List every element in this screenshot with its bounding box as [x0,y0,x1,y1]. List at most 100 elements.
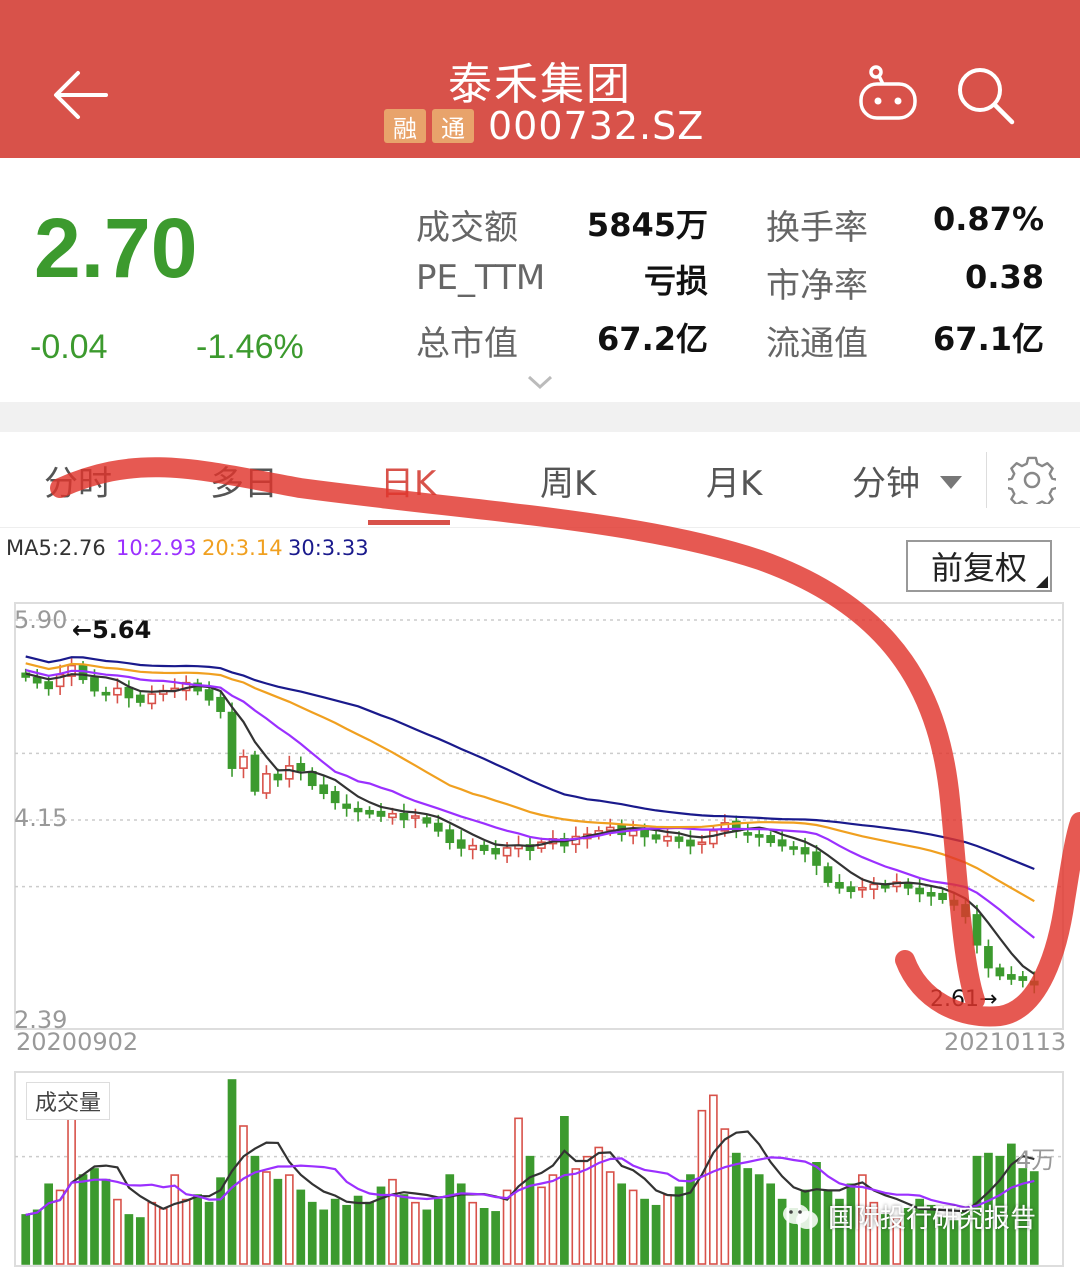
candle-body [789,846,798,850]
stat-label-turnover-rate: 换手率 [766,208,868,248]
candle-body [479,844,489,851]
tab-multi-day[interactable]: 多日 [210,456,278,505]
candle-body [445,829,455,844]
candle-body [754,834,764,838]
candle-body [651,834,661,840]
volume-bar [342,1204,351,1265]
candle-body [216,696,225,712]
volume-bar [491,1211,500,1265]
active-tab-indicator [368,520,450,525]
candle-body [124,686,134,699]
candle-body [284,765,294,780]
volume-bar [44,1183,54,1265]
ma20-legend: 20:3.14 [202,536,283,560]
volume-bar [709,1094,718,1265]
candle-body [44,681,54,690]
volume-bar [32,1209,42,1265]
volume-bar [296,1189,306,1265]
stat-value-turnover-amount: 5845万 [586,206,708,244]
candle-body [227,711,237,769]
volume-bar [720,1128,730,1265]
tab-minute[interactable]: 分钟 [852,456,920,505]
candle-body [90,677,99,692]
candle-body [800,847,810,855]
volume-bar [628,1189,638,1265]
volume-bar [433,1198,443,1265]
candle-body [135,694,145,703]
volume-bar [204,1201,214,1265]
candle-body [640,830,649,838]
volume-bar [135,1217,145,1265]
tab-daily-k[interactable]: 日K [380,456,436,505]
candle-body [342,803,351,809]
candle-body [938,892,947,901]
volume-bar [456,1183,466,1265]
candle-body [846,886,856,893]
min-price-marker: 2.61→ [930,987,997,1012]
max-price-marker: ←5.64 [72,616,151,644]
volume-bar [399,1194,409,1265]
y-tick-label-max: 5.90 [14,606,67,634]
stat-value-turnover-rate: 0.87% [932,200,1044,238]
candle-body [915,887,925,895]
tab-weekly-k[interactable]: 周K [540,456,596,505]
volume-bar [90,1168,99,1265]
candle-body [388,812,397,819]
adjust-mode-button[interactable]: 前复权 [906,540,1052,592]
stat-value-market-cap: 67.2亿 [597,320,708,358]
volume-bar [502,1189,512,1265]
chart-tabs: 分时 多日 日K 周K 月K 分钟 [0,432,1080,528]
volume-bar [239,1125,248,1265]
tab-intraday[interactable]: 分时 [44,456,112,505]
header-bar: 泰禾集团 融 通 000732.SZ [0,0,1080,158]
volume-bar [273,1178,283,1265]
volume-bar [181,1198,191,1265]
volume-bar [548,1174,558,1265]
ma5-legend: MA5:2.76 [6,536,106,560]
section-divider [0,402,1080,432]
candle-body [273,773,283,781]
candle-body [204,689,214,701]
volume-label: 成交量 [26,1082,111,1120]
candle-body [296,763,306,772]
volume-bar [193,1194,202,1265]
candle-body [949,899,959,906]
candle-body [307,770,317,787]
candle-body [399,812,409,821]
stock-subtitle: 融 通 000732.SZ [384,104,704,148]
volume-bar [307,1201,317,1265]
candle-body [502,847,512,857]
stat-value-float-cap: 67.1亿 [933,320,1044,358]
candle-body [1018,976,1028,981]
adjust-mode-label: 前复权 [930,549,1027,587]
volume-chart[interactable]: 4万 [0,1070,1080,1268]
candle-body [32,676,42,684]
robot-icon[interactable] [856,64,920,122]
ma10-legend: 10:2.93 [116,536,197,560]
volume-bar [158,1208,168,1265]
chevron-down-icon[interactable] [526,372,554,392]
stat-label-float-cap: 流通值 [766,324,868,364]
search-icon[interactable] [954,64,1018,128]
tab-monthly-k[interactable]: 月K [706,456,762,505]
caret-down-icon[interactable] [940,476,962,489]
candle-body [491,848,500,855]
candle-body [605,826,615,831]
candlestick-chart[interactable]: 5.90 4.15 2.39 ←5.64 2.61→ 20200902 2021… [0,600,1080,1060]
stat-value-pe: 亏损 [643,262,708,300]
volume-bar [525,1155,535,1265]
candle-body [984,946,993,969]
candle-body [365,809,374,815]
volume-bar [365,1201,374,1265]
volume-bar [445,1174,455,1265]
volume-bar [663,1194,672,1265]
wechat-icon [783,1203,818,1229]
y-tick-label-mid: 4.15 [14,804,67,832]
volume-bar [319,1209,329,1265]
gear-icon[interactable] [1008,456,1056,504]
x-start-date: 20200902 [16,1028,138,1056]
candle-body [995,967,1005,977]
candle-body [376,810,386,817]
volume-bar [262,1171,271,1265]
candle-body [743,832,753,836]
